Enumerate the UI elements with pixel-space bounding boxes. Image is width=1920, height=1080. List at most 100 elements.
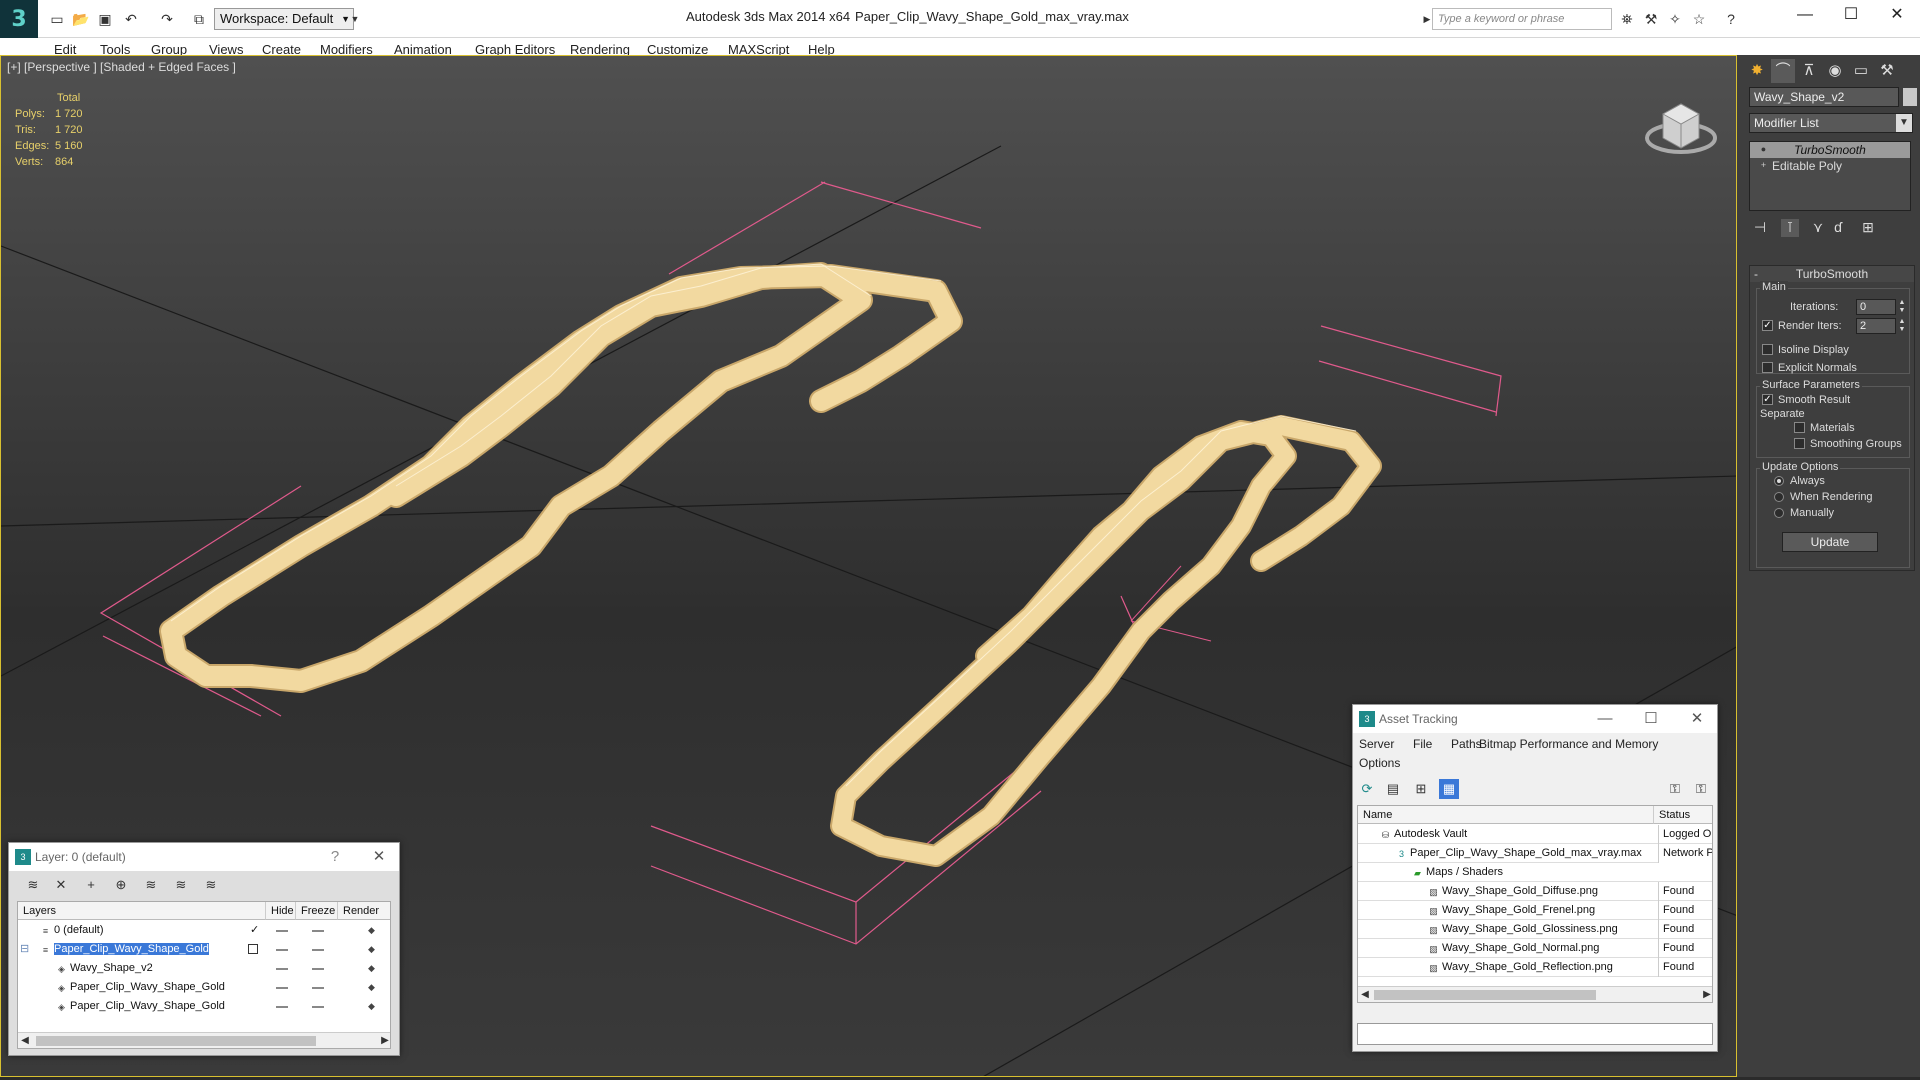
help-icon[interactable]: ? xyxy=(325,847,345,867)
subscription-icon[interactable]: ⚒ xyxy=(1640,8,1662,30)
new-file-icon[interactable]: ▭ xyxy=(46,8,68,30)
freeze-toggle[interactable] xyxy=(312,968,324,970)
customize-toolbar-icon[interactable]: ▼ xyxy=(344,8,366,30)
minimize-icon[interactable]: — xyxy=(1595,709,1615,729)
manually-radio[interactable] xyxy=(1774,508,1784,518)
layer-row-default[interactable]: ≡ 0 (default) ✓ ◆ xyxy=(18,921,390,940)
show-end-result-icon[interactable]: ⊺ xyxy=(1781,219,1799,237)
hide-toggle[interactable] xyxy=(276,949,288,951)
iterations-spinner[interactable]: 0 xyxy=(1856,299,1896,315)
render-teapot-icon[interactable]: ◆ xyxy=(368,1001,379,1011)
materials-checkbox[interactable] xyxy=(1794,422,1805,433)
spinner-arrows-icon[interactable]: ▲ ▼ xyxy=(1898,318,1906,334)
asset-row[interactable]: ▧ Wavy_Shape_Gold_Frenel.png Found xyxy=(1358,901,1712,920)
status-header[interactable]: Status xyxy=(1654,806,1712,824)
asset-row[interactable]: ▧ Wavy_Shape_Gold_Reflection.png Found xyxy=(1358,958,1712,977)
close-icon[interactable]: ✕ xyxy=(1687,709,1707,729)
render-teapot-icon[interactable]: ◆ xyxy=(368,963,379,973)
layer-dialog-titlebar[interactable]: 3 Layer: 0 (default) ? ✕ xyxy=(9,843,399,871)
name-header[interactable]: Name xyxy=(1358,806,1654,824)
display-tab-icon[interactable]: ▭ xyxy=(1849,59,1873,83)
vault-login-icon[interactable]: ⚿ xyxy=(1665,779,1685,799)
list-view-icon[interactable]: ▤ xyxy=(1383,779,1403,799)
hide-header[interactable]: Hide xyxy=(266,902,296,920)
make-unique-icon[interactable]: ⋎ xyxy=(1809,219,1827,237)
layer-row-object[interactable]: ◈ Wavy_Shape_v2 ◆ xyxy=(18,959,390,978)
asset-hscroll[interactable]: ◀ ▶ xyxy=(1358,986,1712,1002)
utilities-tab-icon[interactable]: ⚒ xyxy=(1875,59,1899,83)
communication-icon[interactable]: ✧ xyxy=(1664,8,1686,30)
help-icon[interactable]: ? xyxy=(1720,8,1742,30)
modify-tab-icon[interactable]: ⌒ xyxy=(1771,59,1795,83)
scroll-thumb[interactable] xyxy=(36,1036,316,1046)
hide-toggle[interactable] xyxy=(276,930,288,932)
active-layer-box[interactable] xyxy=(248,944,258,954)
hide-all-icon[interactable]: ≋ xyxy=(171,875,191,895)
freeze-header[interactable]: Freeze xyxy=(296,902,338,920)
freeze-toggle[interactable] xyxy=(312,1006,324,1008)
asset-menu-file[interactable]: File xyxy=(1413,737,1432,751)
freeze-all-icon[interactable]: ≋ xyxy=(201,875,221,895)
render-teapot-icon[interactable]: ◆ xyxy=(368,982,379,992)
asset-path-field[interactable] xyxy=(1357,1023,1713,1045)
select-objects-icon[interactable]: ⊕ xyxy=(111,875,131,895)
vault-help-icon[interactable]: ⚿ xyxy=(1691,779,1711,799)
spinner-arrows-icon[interactable]: ▲ ▼ xyxy=(1898,299,1906,315)
hide-toggle[interactable] xyxy=(276,1006,288,1008)
thumbnail-view-icon[interactable]: ⊞ xyxy=(1411,779,1431,799)
asset-menu-options[interactable]: Options xyxy=(1359,756,1400,770)
always-radio[interactable] xyxy=(1774,476,1784,486)
binoculars-icon[interactable]: ⛯ xyxy=(1616,8,1638,30)
save-file-icon[interactable]: ▣ xyxy=(94,8,116,30)
layers-header[interactable]: Layers xyxy=(18,902,266,920)
render-teapot-icon[interactable]: ◆ xyxy=(368,925,379,935)
freeze-toggle[interactable] xyxy=(312,987,324,989)
minimize-button[interactable]: — xyxy=(1784,2,1826,28)
update-button[interactable]: Update xyxy=(1782,532,1878,552)
scroll-right-icon[interactable]: ▶ xyxy=(1700,987,1712,1002)
maximize-icon[interactable]: ☐ xyxy=(1641,709,1661,729)
asset-row[interactable]: ▧ Wavy_Shape_Gold_Diffuse.png Found xyxy=(1358,882,1712,901)
collapse-toggle-icon[interactable]: ⊟ xyxy=(20,940,29,959)
maximize-button[interactable]: ☐ xyxy=(1830,2,1872,28)
smoothing-groups-checkbox[interactable] xyxy=(1794,438,1805,449)
delete-layer-icon[interactable]: ✕ xyxy=(51,875,71,895)
favorites-star-icon[interactable]: ☆ xyxy=(1688,8,1710,30)
asset-tracking-titlebar[interactable]: 3 Asset Tracking — ☐ ✕ xyxy=(1353,705,1717,733)
asset-row[interactable]: ▰ Maps / Shaders xyxy=(1358,863,1712,882)
render-iters-spinner[interactable]: 2 xyxy=(1856,318,1896,334)
viewcube[interactable] xyxy=(1641,86,1721,166)
expand-plus-icon[interactable]: + xyxy=(1758,160,1769,171)
smooth-result-checkbox[interactable]: ✓ xyxy=(1762,394,1773,405)
close-button[interactable]: ✕ xyxy=(1876,2,1918,28)
render-header[interactable]: Render xyxy=(338,902,390,920)
asset-row[interactable]: ⛁ Autodesk Vault Logged Ou xyxy=(1358,825,1712,844)
create-tab-icon[interactable]: ✸ xyxy=(1745,59,1769,83)
scroll-left-icon[interactable]: ◀ xyxy=(1358,987,1372,1002)
explicit-normals-checkbox[interactable] xyxy=(1762,362,1773,373)
remove-modifier-icon[interactable]: ɗ xyxy=(1829,219,1847,237)
open-file-icon[interactable]: 📂 xyxy=(70,8,92,30)
layer-row-paperclip[interactable]: ⊟ ≡ Paper_Clip_Wavy_Shape_Gold ◆ xyxy=(18,940,390,959)
asset-menu-paths[interactable]: Paths xyxy=(1451,737,1482,751)
lightbulb-icon[interactable]: ● xyxy=(1758,144,1769,155)
active-layer-check-icon[interactable]: ✓ xyxy=(250,921,259,940)
redo-icon[interactable]: ↷ xyxy=(156,8,178,30)
layer-row-object[interactable]: ◈ Paper_Clip_Wavy_Shape_Gold ◆ xyxy=(18,978,390,997)
scroll-left-icon[interactable]: ◀ xyxy=(18,1033,32,1048)
layer-row-object[interactable]: ◈ Paper_Clip_Wavy_Shape_Gold ◆ xyxy=(18,997,390,1016)
new-layer-icon[interactable]: ≋ xyxy=(23,875,43,895)
layer-hscroll[interactable]: ◀ ▶ xyxy=(18,1032,390,1048)
viewport-label[interactable]: [+] [Perspective ] [Shaded + Edged Faces… xyxy=(7,60,236,74)
app-logo-icon[interactable]: 3 xyxy=(0,0,38,40)
asset-row[interactable]: ▧ Wavy_Shape_Gold_Normal.png Found xyxy=(1358,939,1712,958)
project-folder-icon[interactable]: ⧉ xyxy=(188,8,210,30)
modifier-list-dropdown[interactable]: Modifier List ▼ xyxy=(1749,113,1913,133)
hide-toggle[interactable] xyxy=(276,968,288,970)
stack-item-editable-poly[interactable]: + Editable Poly xyxy=(1750,158,1910,174)
asset-menu-bitmap[interactable]: Bitmap Performance and Memory xyxy=(1479,737,1658,751)
undo-icon[interactable]: ↶ xyxy=(120,8,142,30)
asset-row[interactable]: ▧ Wavy_Shape_Gold_Glossiness.png Found xyxy=(1358,920,1712,939)
hide-toggle[interactable] xyxy=(276,987,288,989)
highlight-layer-icon[interactable]: ≋ xyxy=(141,875,161,895)
